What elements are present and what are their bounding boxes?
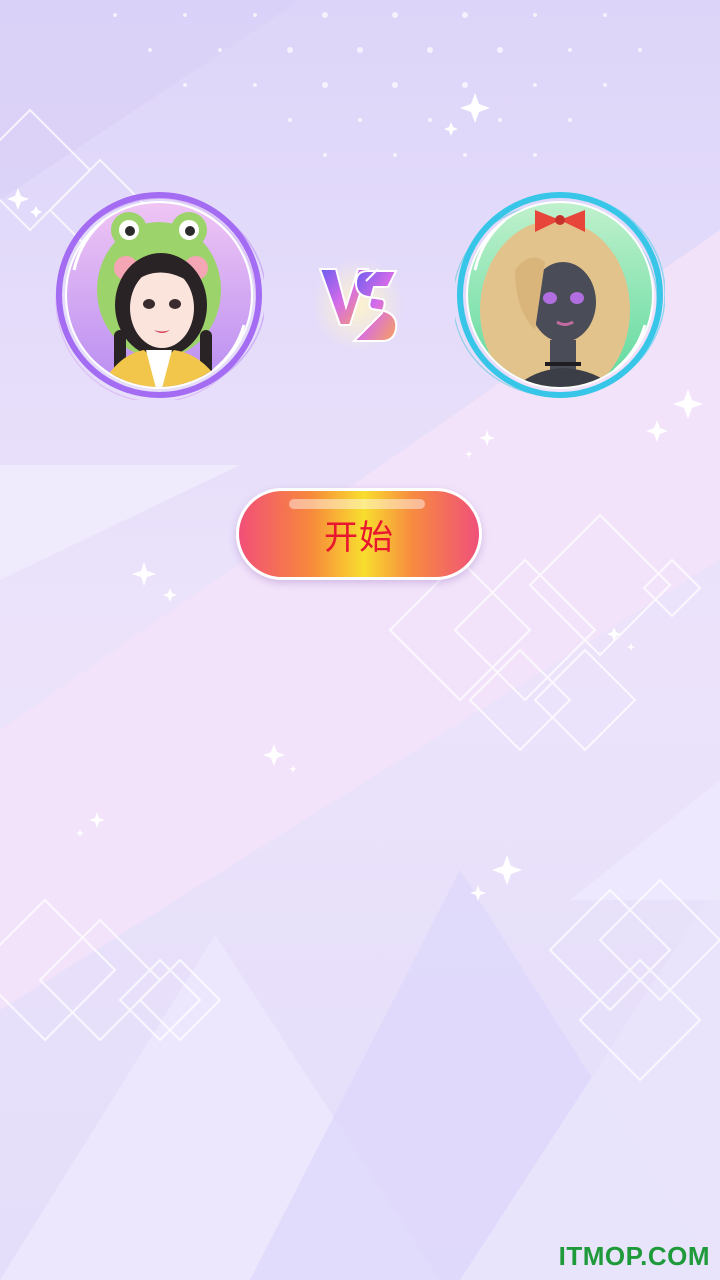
site-watermark: ITMOP.COM: [558, 1241, 710, 1271]
player-left-avatar: [55, 192, 264, 400]
start-button[interactable]: 开始: [236, 488, 482, 580]
player-right-avatar: [455, 192, 665, 398]
start-button-label: 开始: [324, 517, 394, 558]
button-shine: [289, 499, 425, 509]
vs-badge: [312, 259, 404, 351]
